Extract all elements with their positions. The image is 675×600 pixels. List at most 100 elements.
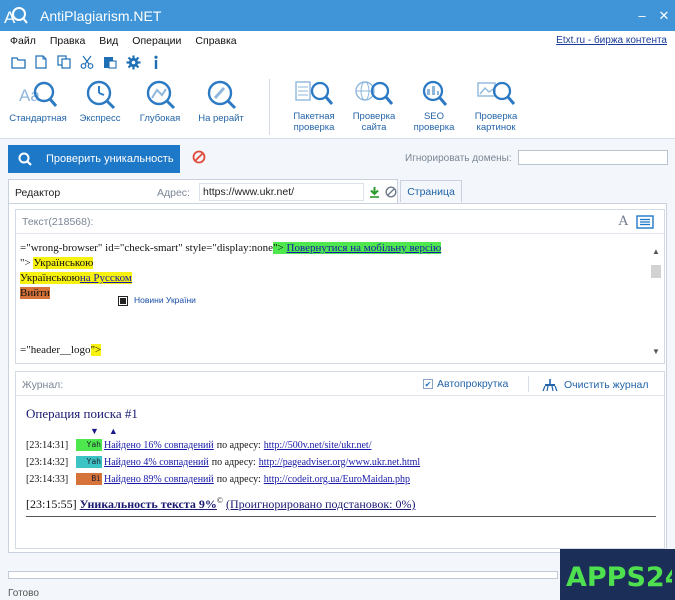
text-line: Українськоюна Русском bbox=[20, 271, 132, 286]
scroll-thumb[interactable] bbox=[651, 265, 661, 278]
new-document-icon[interactable] bbox=[33, 54, 49, 70]
broken-image-icon bbox=[118, 295, 128, 306]
code-text: "> bbox=[20, 257, 34, 269]
seo-check-tool[interactable]: SEO проверка bbox=[408, 79, 460, 133]
clear-journal-label: Очистить журнал bbox=[564, 379, 649, 391]
text-content[interactable]: ="wrong-browser" id="check-smart" style=… bbox=[20, 239, 648, 361]
standard-check-icon: Aa bbox=[19, 81, 58, 107]
code-text: ="wrong-browser" id="check-smart" style=… bbox=[20, 242, 274, 254]
entry-by-address: по адресу: bbox=[211, 456, 256, 468]
download-icon[interactable] bbox=[369, 186, 380, 201]
image-check-label-2: картинок bbox=[476, 122, 516, 133]
entry-url-link[interactable]: http://codeit.org.ua/EuroMaidan.php bbox=[264, 474, 410, 485]
menu-view[interactable]: Вид bbox=[99, 35, 118, 47]
sort-arrows: ▼ ▲ bbox=[90, 426, 118, 436]
scroll-up-icon[interactable]: ▲ bbox=[651, 247, 661, 257]
ignore-domains-input[interactable] bbox=[518, 150, 668, 165]
copy-icon[interactable] bbox=[56, 54, 72, 70]
site-check-tool[interactable]: Проверка сайта bbox=[348, 79, 400, 133]
deep-check-label: Глубокая bbox=[139, 113, 181, 124]
standard-check-label: Стандартная bbox=[9, 113, 67, 124]
text-editor: Текст(218568): A ="wrong-browser" id="ch… bbox=[15, 209, 665, 364]
clear-journal-button[interactable]: Очистить журнал bbox=[542, 378, 649, 392]
journal-divider-line bbox=[26, 516, 656, 517]
site-check-label-2: сайта bbox=[361, 122, 387, 133]
vertical-scrollbar[interactable]: ▲ ▼ bbox=[648, 235, 664, 363]
entry-source-tag: Yah bbox=[76, 456, 102, 468]
express-check-tool[interactable]: Экспресс bbox=[76, 79, 124, 124]
highlight-yellow: Українською bbox=[33, 257, 94, 269]
highlight-yellow: "> bbox=[90, 344, 102, 356]
journal-divider bbox=[528, 376, 529, 392]
arrow-down-icon[interactable]: ▼ bbox=[90, 426, 99, 436]
etxt-link[interactable]: Etxt.ru - биржа контента bbox=[556, 35, 667, 46]
uniqueness-summary: [23:15:55] Уникальность текста 9%© (Прои… bbox=[26, 496, 416, 512]
settings-icon[interactable] bbox=[125, 54, 141, 70]
journal-body: Операция поиска #1 ▼ ▲ [23:14:31] Yah На… bbox=[26, 406, 656, 517]
deep-check-tool[interactable]: Глубокая bbox=[136, 79, 184, 124]
apps24-logo: APPS24 bbox=[566, 562, 672, 592]
entry-time: [23:14:32] bbox=[26, 456, 69, 468]
batch-check-label-2: проверка bbox=[293, 122, 335, 133]
address-input[interactable]: https://www.ukr.net/ bbox=[199, 183, 364, 201]
cut-icon[interactable] bbox=[79, 54, 95, 70]
entry-found-link[interactable]: Найдено 4% совпадений bbox=[104, 457, 209, 468]
copyright-mark: © bbox=[216, 496, 223, 505]
batch-check-icon bbox=[295, 81, 334, 105]
menu-edit[interactable]: Правка bbox=[50, 35, 85, 47]
minimize-button[interactable]: – bbox=[631, 0, 653, 31]
rewrite-check-tool[interactable]: На рерайт bbox=[194, 79, 248, 124]
window-title: AntiPlagiarism.NET bbox=[40, 7, 162, 24]
autoscroll-checkbox[interactable]: ✔ bbox=[423, 379, 433, 389]
paste-icon[interactable] bbox=[102, 54, 118, 70]
check-uniqueness-button[interactable]: Проверить уникальность bbox=[8, 145, 180, 173]
standard-check-tool[interactable]: Aa Стандартная bbox=[8, 79, 68, 124]
menu-help[interactable]: Справка bbox=[195, 35, 236, 47]
entry-url-link[interactable]: http://500v.net/site/ukr.net/ bbox=[264, 440, 372, 451]
entry-found-link[interactable]: Найдено 89% совпадений bbox=[104, 474, 214, 485]
russian-link[interactable]: на Русском bbox=[80, 272, 132, 284]
progress-bar bbox=[8, 571, 558, 579]
rewrite-check-label: На рерайт bbox=[198, 113, 244, 124]
journal-label: Журнал: bbox=[22, 379, 64, 391]
entry-time: [23:14:33] bbox=[26, 473, 69, 485]
mobile-version-link[interactable]: Повернутися на мобільну версію bbox=[287, 242, 442, 254]
uniqueness-result-link[interactable]: Уникальность текста 9% bbox=[80, 497, 217, 511]
globe-icon bbox=[355, 81, 394, 105]
check-toolbar: Aa Стандартная Экспресс Глубокая На рера… bbox=[0, 73, 675, 139]
folder-open-icon[interactable] bbox=[10, 54, 26, 70]
batch-check-label-1: Пакетная bbox=[293, 111, 335, 122]
text-view-icon[interactable] bbox=[636, 215, 654, 232]
scroll-down-icon[interactable]: ▼ bbox=[651, 347, 661, 357]
stop-icon[interactable] bbox=[192, 150, 206, 164]
summary-time: [23:15:55] bbox=[26, 497, 77, 511]
entry-source-tag: Bi bbox=[76, 473, 102, 485]
image-check-label-1: Проверка bbox=[474, 111, 518, 122]
tab-page[interactable]: Страница bbox=[400, 180, 462, 202]
close-button[interactable]: ✕ bbox=[653, 0, 675, 31]
autoscroll-toggle[interactable]: ✔ Автопрокрутка bbox=[423, 378, 508, 390]
text-line: ="header__logo"> bbox=[20, 343, 102, 358]
app-logo-icon: A bbox=[0, 0, 30, 31]
search-icon bbox=[18, 152, 32, 166]
text-editor-header: Текст(218568): A bbox=[16, 210, 664, 234]
entry-found-link[interactable]: Найдено 16% совпадений bbox=[104, 440, 214, 451]
clear-address-icon[interactable] bbox=[385, 186, 397, 201]
font-size-icon[interactable]: A bbox=[619, 214, 628, 229]
menu-operations[interactable]: Операции bbox=[132, 35, 181, 47]
seo-check-icon bbox=[422, 80, 448, 106]
code-text: "> bbox=[273, 242, 287, 254]
text-line: Вийти bbox=[20, 286, 50, 301]
entry-url-link[interactable]: http://pageadviser.org/www.ukr.net.html bbox=[259, 457, 420, 468]
ignored-substitutions-link[interactable]: (Проигнорировано подстановок: 0%) bbox=[226, 497, 416, 511]
deep-check-icon bbox=[146, 80, 176, 110]
batch-check-tool[interactable]: Пакетная проверка bbox=[288, 79, 340, 133]
check-uniqueness-label: Проверить уникальность bbox=[46, 153, 174, 165]
image-check-tool[interactable]: Проверка картинок bbox=[470, 79, 522, 133]
menu-file[interactable]: Файл bbox=[10, 35, 36, 47]
title-bar: A AntiPlagiarism.NET – ✕ bbox=[0, 0, 675, 31]
info-icon[interactable] bbox=[148, 54, 164, 70]
code-text: ="header__logo bbox=[20, 344, 91, 356]
tab-editor[interactable]: Редактор Адрес: https://www.ukr.net/ bbox=[8, 179, 398, 205]
arrow-up-icon[interactable]: ▲ bbox=[109, 426, 118, 436]
